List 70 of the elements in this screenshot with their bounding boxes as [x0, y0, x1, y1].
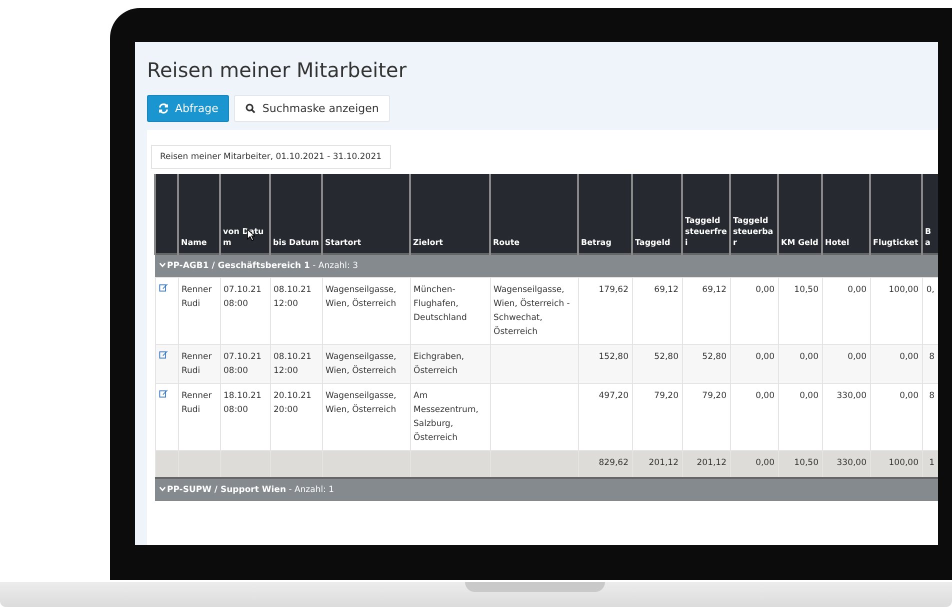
table-cell: 152,80	[578, 344, 632, 384]
table-cell: 69,12	[682, 278, 730, 344]
table-cell: Renner Rudi	[178, 344, 220, 384]
table-cell: Eichgraben, Österreich	[410, 344, 490, 384]
table-cell: Am Messezentrum, Salzburg, Österreich	[410, 384, 490, 450]
page-title: Reisen meiner Mitarbeiter	[147, 57, 408, 78]
table-cell: 10,50	[778, 278, 822, 344]
table-cell: 20.10.21 20:00	[270, 384, 322, 450]
report-caption: Reisen meiner Mitarbeiter, 01.10.2021 - 31.10.2021	[151, 145, 391, 169]
column-header[interactable]: Hotel	[822, 174, 870, 254]
column-header[interactable]: Taggeld	[632, 174, 682, 254]
column-header[interactable]: Flugticket	[870, 174, 922, 254]
column-header[interactable]: bis Datum	[270, 174, 322, 254]
chevron-down-icon	[159, 262, 166, 268]
table-cell: 08.10.21 12:00	[270, 278, 322, 344]
table-cell: 8	[922, 344, 938, 384]
table-cell: 0,00	[730, 278, 778, 344]
total-cell: 0,00	[730, 450, 778, 478]
table-cell: 52,80	[682, 344, 730, 384]
table-cell: 8	[922, 384, 938, 450]
total-cell: 201,12	[632, 450, 682, 478]
column-header[interactable]: Route	[490, 174, 578, 254]
table-cell: Wagenseilgasse, Wien, Österreich - Schwechat, Österreich	[490, 278, 578, 344]
table-cell: Wagenseilgasse, Wien, Österreich	[322, 278, 410, 344]
table-cell: 0,00	[778, 384, 822, 450]
table-cell: 69,12	[632, 278, 682, 344]
table-cell: München-Flughafen, Deutschland	[410, 278, 490, 344]
refresh-icon	[158, 103, 169, 114]
table-cell: Wagenseilgasse, Wien, Österreich	[322, 384, 410, 450]
table-cell: 0,00	[730, 384, 778, 450]
search-icon	[245, 103, 256, 114]
table-cell: 0,	[922, 278, 938, 344]
table-cell: 0,00	[870, 344, 922, 384]
column-header[interactable]: Startort	[322, 174, 410, 254]
total-cell: 201,12	[682, 450, 730, 478]
total-cell: 829,62	[578, 450, 632, 478]
edit-icon[interactable]	[158, 350, 168, 359]
table-cell: Wagenseilgasse, Wien, Österreich	[322, 344, 410, 384]
table-cell: 100,00	[870, 278, 922, 344]
column-header[interactable]: Taggeld steuerfrei	[682, 174, 730, 254]
column-header[interactable]: Name	[178, 174, 220, 254]
edit-icon[interactable]	[158, 283, 168, 292]
table-cell: 0,00	[778, 344, 822, 384]
chevron-down-icon	[159, 486, 166, 492]
column-header[interactable]: Zielort	[410, 174, 490, 254]
column-header[interactable]: Ba	[922, 174, 938, 254]
table-cell: 0,00	[822, 344, 870, 384]
table-cell: 79,20	[632, 384, 682, 450]
table-cell: 330,00	[822, 384, 870, 450]
column-header[interactable]: Betrag	[578, 174, 632, 254]
table-cell: 18.10.21 08:00	[220, 384, 270, 450]
search-mask-button[interactable]: Suchmaske anzeigen	[234, 95, 390, 122]
table-cell: Renner Rudi	[178, 278, 220, 344]
total-cell: 330,00	[822, 450, 870, 478]
total-cell: 10,50	[778, 450, 822, 478]
table-cell: Renner Rudi	[178, 384, 220, 450]
edit-icon[interactable]	[158, 389, 168, 398]
table-cell: 0,00	[822, 278, 870, 344]
table-cell: 52,80	[632, 344, 682, 384]
column-header[interactable]: KM Geld	[778, 174, 822, 254]
table-cell: 0,00	[870, 384, 922, 450]
column-header[interactable]: Taggeld steuerbar	[730, 174, 778, 254]
table-cell: 0,00	[730, 344, 778, 384]
table-cell: 07.10.21 08:00	[220, 344, 270, 384]
table-cell: 497,20	[578, 384, 632, 450]
table-cell: 07.10.21 08:00	[220, 278, 270, 344]
table-cell: 08.10.21 12:00	[270, 344, 322, 384]
table-cell: 179,62	[578, 278, 632, 344]
total-cell: 100,00	[870, 450, 922, 478]
table-cell: 79,20	[682, 384, 730, 450]
